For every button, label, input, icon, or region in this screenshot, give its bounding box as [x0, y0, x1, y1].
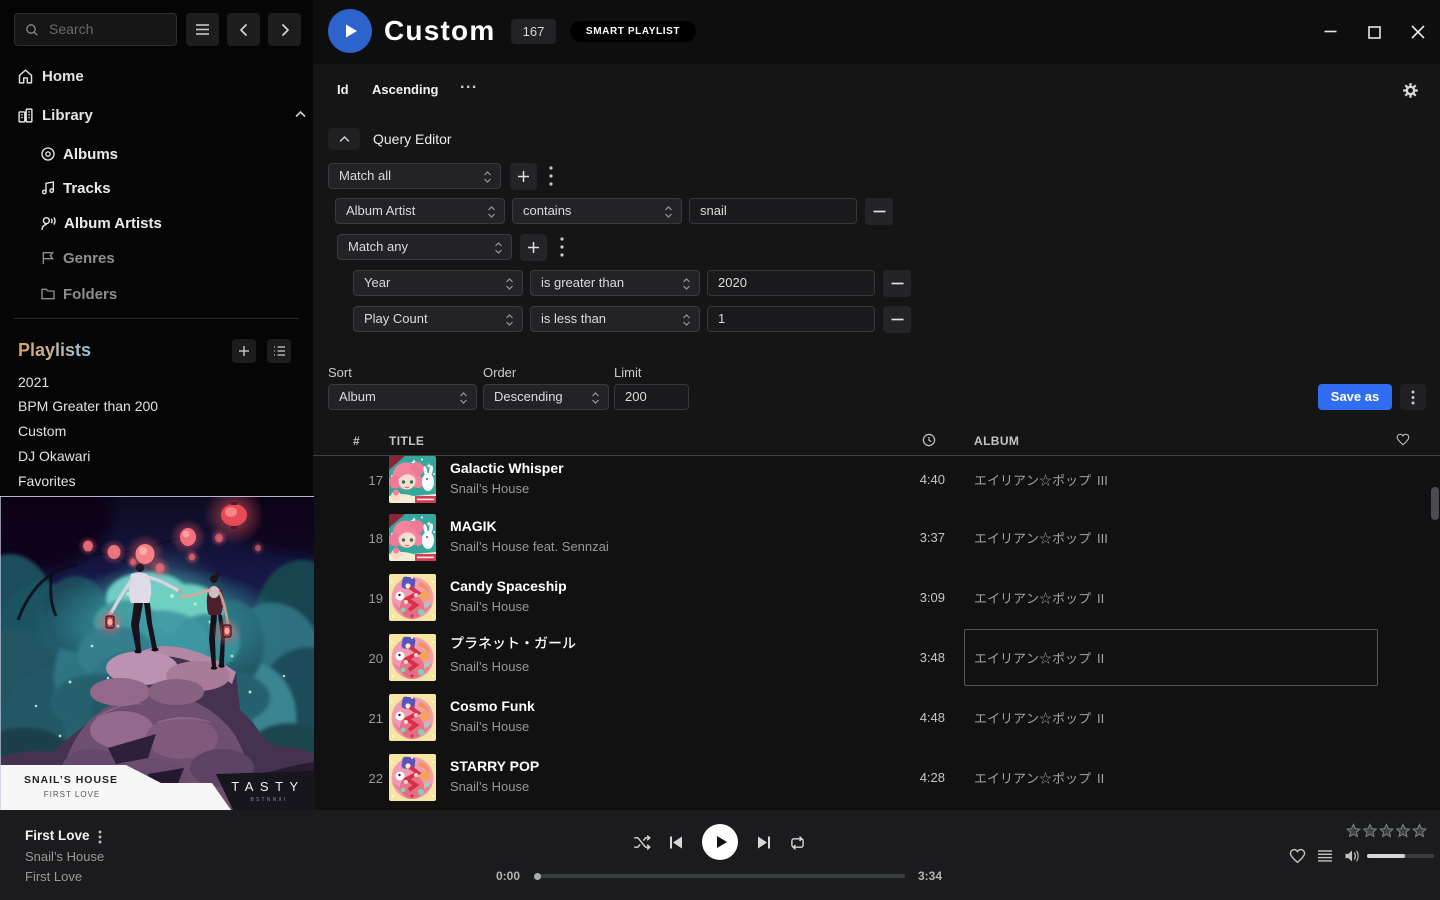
svg-text:SNAIL’S HOUSE: SNAIL’S HOUSE: [24, 774, 118, 786]
svg-text:BSTNNXI: BSTNNXI: [250, 797, 287, 803]
svg-text:TASTY: TASTY: [231, 779, 304, 794]
svg-text:FIRST LOVE: FIRST LOVE: [44, 790, 101, 799]
